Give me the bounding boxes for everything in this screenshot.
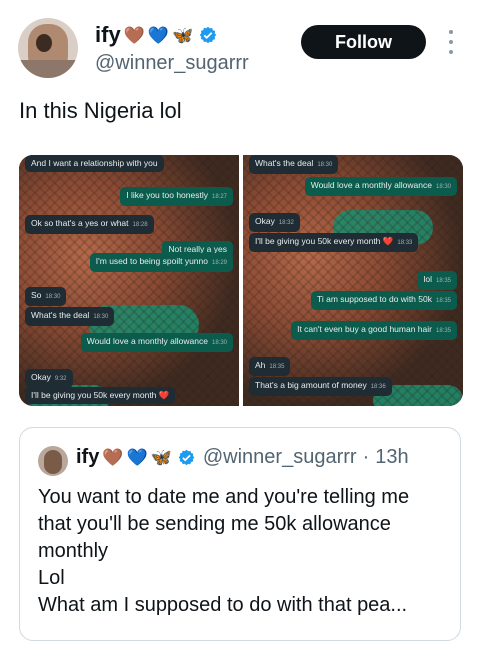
quoted-tweet[interactable]: ify 🤎 💙 🦋 @winner_sugarrr · 13h You want…: [19, 427, 461, 641]
quoted-display-name: ify: [76, 446, 100, 468]
chat-message: Would love a monthly allowance 18:30: [304, 177, 457, 196]
quoted-line: You want to date me and you're telling m…: [38, 486, 410, 508]
author-name-row[interactable]: ify 🤎 💙 🦋: [95, 22, 217, 48]
tweet-media[interactable]: And I want a relationship with you I like…: [19, 155, 463, 406]
verified-badge-icon: [199, 26, 217, 44]
chat-message: What's the deal 18:30: [25, 307, 115, 326]
chat-message: I'll be giving you 50k every month ❤️ 18:…: [249, 233, 419, 252]
tweet-text: In this Nigeria lol: [19, 98, 182, 123]
quoted-avatar[interactable]: [38, 446, 68, 476]
quoted-line: Lol: [38, 567, 65, 589]
chat-screenshot-left[interactable]: And I want a relationship with you I like…: [19, 155, 239, 406]
brown-heart-emoji: 🤎: [102, 448, 124, 467]
verified-badge-icon: [178, 449, 195, 466]
quoted-line: What am I supposed to do with that pea..…: [38, 594, 408, 616]
quoted-line: monthly: [38, 540, 109, 562]
chat-message: It can't even buy a good human hair 18:35: [291, 321, 457, 340]
blue-heart-emoji: 💙: [126, 448, 148, 467]
chat-message: Would love a monthly allowance 18:30: [80, 333, 233, 352]
quoted-time: 13h: [375, 446, 409, 468]
brown-heart-emoji: 🤎: [123, 25, 145, 45]
author-handle[interactable]: @winner_sugarrr: [95, 52, 249, 75]
quoted-handle: @winner_sugarrr: [202, 446, 357, 468]
chat-screenshot-right[interactable]: What's the deal 18:30 Would love a monthly…: [243, 155, 463, 406]
chat-message: Ah 18:35: [249, 357, 291, 376]
quoted-header: ify 🤎 💙 🦋 @winner_sugarrr · 13h: [76, 446, 409, 469]
quoted-text: You want to date me and you're telling m…: [38, 484, 448, 619]
chat-message: What's the deal 18:30: [249, 155, 339, 174]
chat-message: Okay 18:32: [249, 213, 300, 232]
chat-message: I like you too honestly 18:27: [120, 187, 233, 206]
chat-message: I'll be giving you 50k every month ❤️: [25, 387, 176, 404]
chat-message: So 18:30: [25, 287, 67, 306]
display-name[interactable]: ify: [95, 22, 121, 48]
more-options-icon[interactable]: [444, 30, 458, 54]
butterfly-emoji: 🦋: [172, 25, 194, 45]
blue-heart-emoji: 💙: [147, 25, 170, 45]
quoted-line: that you'll be sending me 50k allowance: [38, 513, 391, 535]
chat-message: Okay 9:32: [25, 369, 73, 388]
avatar[interactable]: [18, 18, 78, 78]
chat-message: That's a big amount of money 18:36: [249, 377, 392, 396]
chat-message: Ti am supposed to do with 50k 18:35: [311, 291, 457, 310]
chat-message: Ok so that's a yes or what 18:28: [25, 215, 154, 234]
butterfly-emoji: 🦋: [150, 448, 172, 467]
chat-message: I'm used to being spoilt yunno 18:29: [89, 253, 233, 272]
follow-button[interactable]: Follow: [301, 25, 426, 59]
chat-message: And I want a relationship with you: [25, 155, 164, 172]
separator-dot: ·: [362, 446, 370, 468]
chat-message: lol 18:35: [417, 271, 457, 290]
tweet-header: ify 🤎 💙 🦋 @winner_sugarrr Follow: [0, 0, 479, 92]
